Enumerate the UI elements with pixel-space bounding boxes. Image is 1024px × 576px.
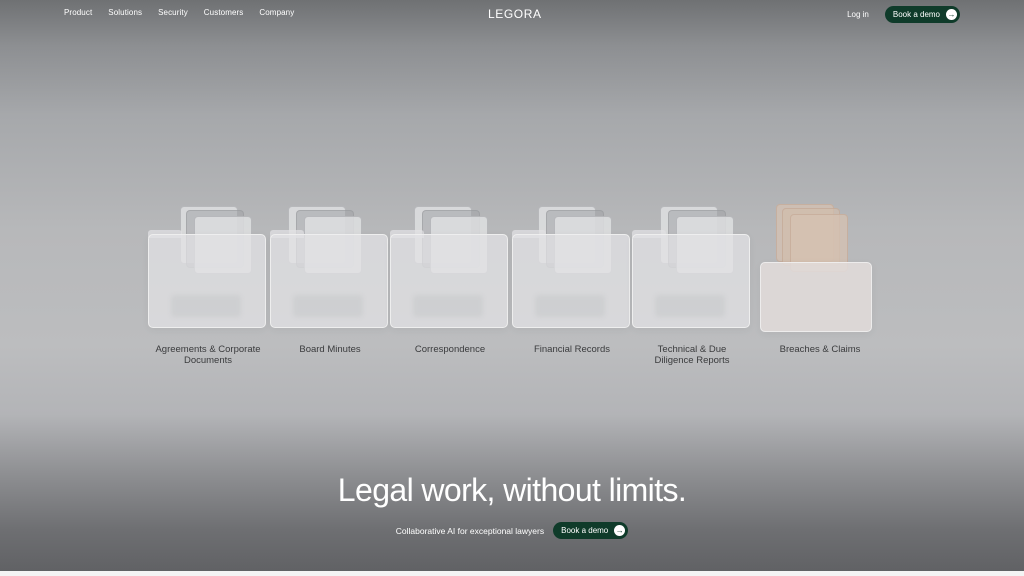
book-demo-button-nav[interactable]: Book a demo → [884, 6, 960, 23]
folder-icon [632, 234, 750, 328]
folder-financial-records[interactable]: Financial Records [512, 200, 632, 355]
arrow-right-icon: → [946, 9, 957, 20]
folder-label-line-1: Technical & Due [657, 344, 727, 355]
book-demo-label: Book a demo [892, 10, 940, 19]
folder-label: Board Minutes [260, 344, 400, 355]
folder-label-line-1: Agreements & Corporate [155, 344, 261, 355]
folder-label: Technical & Due Diligence Reports [622, 344, 762, 366]
folder-label-line-1: Financial Records [533, 344, 611, 355]
nav-actions: Log in Book a demo → [847, 6, 960, 23]
nav-link-company[interactable]: Company [259, 8, 294, 17]
folder-label-line-2: Documents [183, 355, 233, 366]
folder-label-line-1: Board Minutes [299, 344, 361, 355]
page-bottom-strip [0, 571, 1024, 576]
folder-label: Correspondence [380, 344, 520, 355]
folder-label: Breaches & Claims [750, 344, 890, 355]
nav-link-security[interactable]: Security [158, 8, 188, 17]
folder-technical-diligence[interactable]: Technical & Due Diligence Reports [632, 200, 752, 366]
folder-label-line-1: Correspondence [414, 344, 486, 355]
login-link[interactable]: Log in [847, 10, 869, 19]
top-navigation: Product Solutions Security Customers Com… [0, 0, 1024, 28]
folder-label-line-1: Breaches & Claims [779, 344, 861, 355]
brand-logo[interactable]: LEGORA [488, 7, 542, 21]
nav-link-product[interactable]: Product [64, 8, 92, 17]
arrow-right-icon: → [614, 525, 626, 536]
folder-breaches-claims[interactable]: Breaches & Claims [760, 200, 880, 355]
folder-icon [760, 262, 872, 332]
nav-link-customers[interactable]: Customers [204, 8, 244, 17]
nav-link-solutions[interactable]: Solutions [108, 8, 142, 17]
folder-board-minutes[interactable]: Board Minutes [270, 200, 390, 355]
folder-correspondence[interactable]: Correspondence [390, 200, 510, 355]
folder-icon [270, 234, 388, 328]
book-demo-label: Book a demo [561, 526, 609, 535]
nav-links: Product Solutions Security Customers Com… [64, 8, 294, 17]
folder-label-line-2: Diligence Reports [654, 355, 730, 366]
hero-subtext: Collaborative AI for exceptional lawyers [395, 525, 545, 536]
folder-label: Financial Records [502, 344, 642, 355]
folder-icon [390, 234, 508, 328]
book-demo-button-hero[interactable]: Book a demo → [553, 522, 629, 539]
hero-headline: Legal work, without limits. [337, 472, 687, 508]
folder-label: Agreements & Corporate Documents [138, 344, 278, 366]
folder-icon [148, 234, 266, 328]
hero-subrow: Collaborative AI for exceptional lawyers… [0, 522, 1024, 539]
folder-agreements[interactable]: Agreements & Corporate Documents [148, 200, 268, 366]
folder-gallery: Agreements & Corporate Documents Board M… [140, 195, 880, 375]
folder-icon [512, 234, 630, 328]
